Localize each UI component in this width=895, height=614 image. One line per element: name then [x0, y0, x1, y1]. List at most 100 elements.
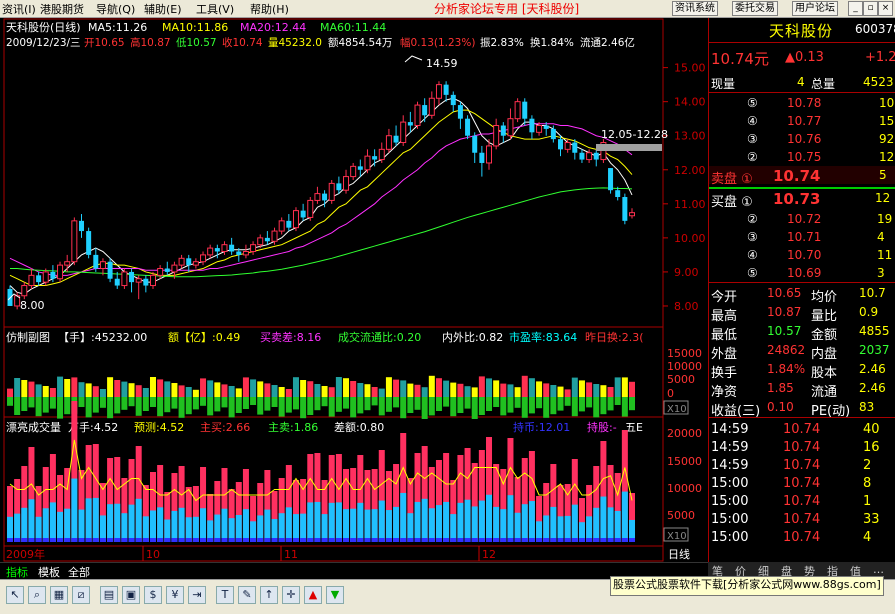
- volume-bar-base: [285, 538, 292, 542]
- text-icon[interactable]: T: [216, 586, 234, 604]
- tick-price: 10.74: [783, 476, 821, 491]
- sub2-predict: 预测:4.52: [134, 421, 184, 434]
- draw-icon[interactable]: ⧄: [72, 586, 90, 604]
- volume-bar-main: [128, 504, 135, 542]
- sub1-bar-up: [21, 380, 28, 397]
- candle-body: [558, 139, 564, 150]
- green-down-icon[interactable]: ▼: [326, 586, 344, 604]
- candle-body: [300, 210, 306, 218]
- volume-bar-base: [257, 538, 264, 542]
- cross-icon[interactable]: ✛: [282, 586, 300, 604]
- candle-body: [171, 264, 178, 273]
- menu-item-tools[interactable]: 工具(V): [196, 1, 234, 17]
- sell-price: 10.75: [787, 150, 822, 164]
- sub1-bar-down: [350, 397, 357, 418]
- sub1-bar-down: [250, 397, 257, 405]
- forum-button[interactable]: 用户论坛: [792, 1, 838, 16]
- stat-value: 24862: [767, 343, 806, 357]
- sub1-bar-down: [586, 397, 593, 408]
- candle-body: [214, 248, 220, 252]
- sub1-bar-down: [571, 397, 578, 417]
- candle-body: [129, 271, 135, 283]
- ma5-label: MA5:11.26: [88, 21, 147, 34]
- sub1-bar-down: [435, 397, 442, 411]
- menu-item-hk-futures[interactable]: 港股期货: [40, 1, 84, 17]
- sub1-bar-up: [142, 388, 149, 397]
- sub1-bar-down: [486, 397, 493, 411]
- trade-button[interactable]: 委托交易: [732, 1, 778, 16]
- volume-bar-main: [21, 507, 28, 542]
- volume-bar-main: [71, 478, 78, 542]
- chart-icon[interactable]: ▦: [50, 586, 68, 604]
- menu-item-info[interactable]: 资讯(I): [2, 1, 36, 17]
- volume-bar-main: [528, 501, 535, 542]
- menu-item-help[interactable]: 帮助(H): [250, 1, 289, 17]
- ma60-label: MA60:11.44: [320, 21, 386, 34]
- dollar-icon[interactable]: $: [144, 586, 162, 604]
- quote-tab[interactable]: …: [873, 563, 884, 576]
- volume-bar-main: [64, 508, 71, 542]
- select-icon[interactable]: ↖: [6, 586, 24, 604]
- export-icon[interactable]: ⇥: [188, 586, 206, 604]
- volume-bar-main: [607, 507, 614, 542]
- sub1-bar-down: [543, 397, 550, 418]
- volume-bar-base: [550, 538, 557, 542]
- sub1-bar-down: [300, 397, 307, 419]
- volume-bar-base: [171, 538, 178, 542]
- volume-bar-base: [142, 538, 149, 542]
- tick-vol: 16: [863, 440, 880, 455]
- sub1-bar-down: [149, 397, 156, 407]
- current-price: 10.74元: [711, 50, 769, 68]
- stat-value-2: 10.7: [859, 286, 886, 300]
- volume-bar-base: [207, 538, 214, 542]
- total-vol: 4523: [863, 75, 894, 89]
- y-tick-label: 11.00: [674, 198, 706, 211]
- candle-body: [164, 268, 170, 272]
- sub1-bar-down: [92, 397, 99, 413]
- red-up-icon[interactable]: ▲: [304, 586, 322, 604]
- vol-label: 量45232.0: [268, 37, 322, 49]
- tab-template[interactable]: 模板: [36, 564, 62, 580]
- menu-item-nav[interactable]: 导航(Q): [96, 1, 135, 17]
- candle-body: [550, 128, 556, 140]
- volume-bar-base: [614, 538, 621, 542]
- sub1-bar-up: [250, 379, 257, 397]
- minimize-icon[interactable]: _: [848, 1, 863, 16]
- close-icon[interactable]: ×: [878, 1, 893, 16]
- sub2-title: 漂亮成交量: [6, 420, 61, 434]
- candle-body: [385, 135, 392, 150]
- buy-vol: 19: [877, 212, 893, 226]
- buy-vol: 3: [877, 266, 885, 280]
- tab-all[interactable]: 全部: [66, 564, 92, 580]
- sub1-bar-up: [157, 379, 164, 397]
- candle-body: [586, 152, 593, 161]
- sub1-bar-down: [457, 397, 464, 413]
- sub1-bar-up: [99, 389, 106, 397]
- pen-icon[interactable]: ✎: [238, 586, 256, 604]
- sub1-bar-down: [328, 397, 335, 417]
- y-tick-label: 8.00: [674, 300, 699, 313]
- stock-label: 天科股份(日线): [6, 20, 81, 34]
- sub1-bar-down: [7, 397, 13, 406]
- volume-bar-base: [564, 538, 571, 542]
- chart-area[interactable]: 天科股份(日线) MA5:11.26 MA10:11.86 MA20:12.44…: [0, 18, 708, 562]
- info-system-button[interactable]: 资讯系统: [672, 1, 718, 16]
- volume-bar-base: [157, 538, 164, 542]
- restore-icon[interactable]: ▫: [863, 1, 878, 16]
- sub1-bar-up: [257, 381, 264, 397]
- sub1-bar-down: [78, 397, 85, 407]
- volume-bar-main: [171, 510, 178, 542]
- money-icon[interactable]: ¥: [166, 586, 184, 604]
- volume-bar-main: [307, 502, 314, 542]
- stats-icon[interactable]: ▤: [100, 586, 118, 604]
- tab-indicator[interactable]: 指标: [4, 564, 30, 580]
- up-arrow-icon[interactable]: ↑: [260, 586, 278, 604]
- volume-bar-base: [242, 538, 249, 542]
- zoom-icon[interactable]: ⌕: [28, 586, 46, 604]
- candle-body: [322, 193, 328, 201]
- delete-icon[interactable]: ▣: [122, 586, 140, 604]
- sell-price: 10.77: [787, 114, 822, 128]
- volume-bar-main: [157, 507, 164, 542]
- menu-item-assist[interactable]: 辅助(E): [144, 1, 182, 17]
- stat-label-2: 均价: [811, 290, 838, 305]
